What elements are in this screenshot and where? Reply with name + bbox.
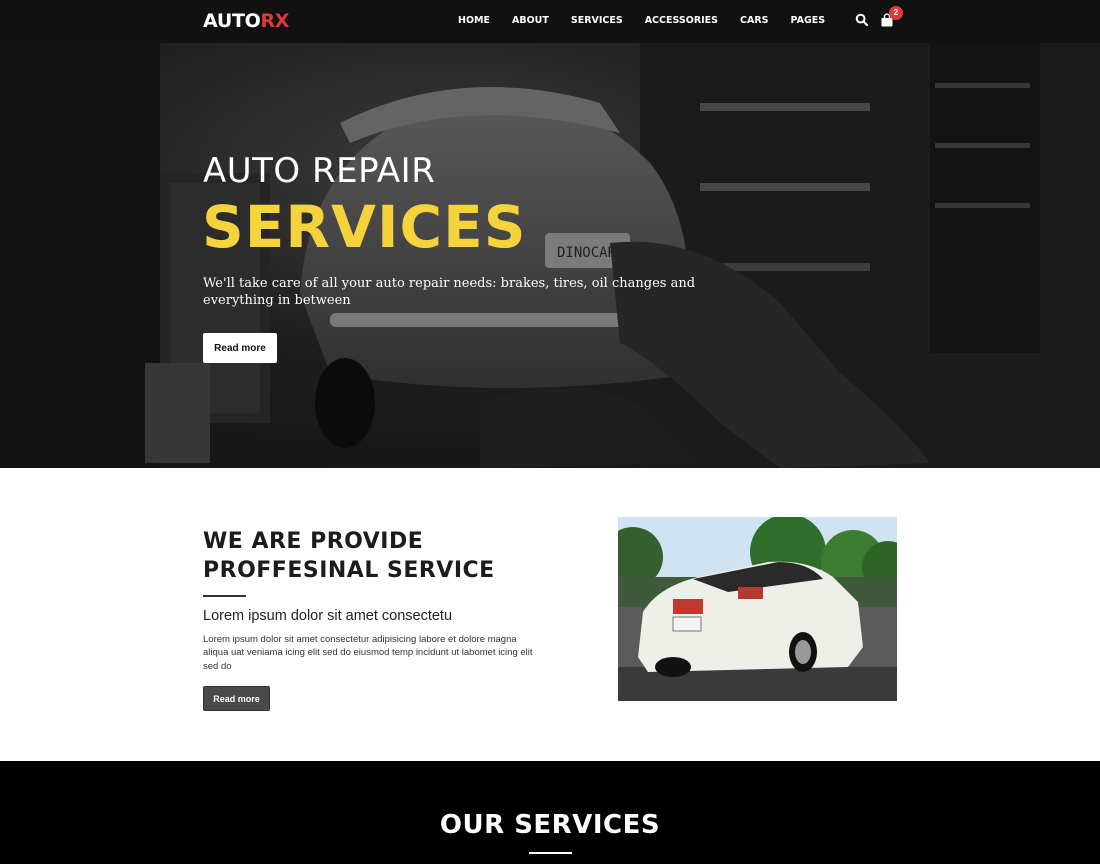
about-heading-line1: WE ARE PROVIDE	[203, 529, 424, 554]
about-body-text: Lorem ipsum dolor sit amet consectetur a…	[203, 634, 533, 672]
nav-item-accessories[interactable]: ACCESSORIES	[645, 15, 718, 26]
hero-dark-overlay	[0, 43, 1100, 468]
services-heading: OUR SERVICES	[439, 810, 661, 840]
hero-read-more-button[interactable]: Read more	[203, 333, 277, 363]
search-icon[interactable]	[855, 13, 869, 27]
nav-item-home[interactable]: HOME	[458, 15, 490, 26]
services-section: OUR SERVICES	[0, 761, 1100, 864]
nav-item-cars[interactable]: CARS	[740, 15, 768, 26]
main-menu: HOME ABOUT SERVICES ACCESSORIES CARS PAG…	[458, 15, 847, 26]
about-lead-text: Lorem ipsum dolor sit amet consectetu	[203, 608, 453, 624]
hero-section: DINOCAR AUTO REPAIR SERVICES We'll take …	[0, 43, 1100, 468]
about-divider	[203, 595, 246, 597]
logo-text-rx: RX	[260, 10, 290, 32]
nav-icons	[855, 13, 894, 27]
about-heading-line2: PROFFESINAL SERVICE	[203, 558, 495, 583]
logo-text-auto: AUTO	[203, 10, 261, 32]
cart-count-badge: 2	[889, 6, 903, 20]
hero-description: We'll take care of all your auto repair …	[203, 276, 696, 308]
hero-subtitle: AUTO REPAIR	[203, 151, 436, 191]
nav-item-about[interactable]: ABOUT	[512, 15, 549, 26]
services-divider	[529, 852, 572, 854]
nav-item-services[interactable]: SERVICES	[571, 15, 623, 26]
about-heading: WE ARE PROVIDE PROFFESINAL SERVICE	[203, 527, 563, 585]
hero-title: SERVICES	[202, 193, 527, 261]
site-logo[interactable]: AUTORX	[203, 10, 289, 32]
about-read-more-button[interactable]: Read more	[203, 686, 270, 711]
nav-item-pages[interactable]: PAGES	[791, 15, 826, 26]
white-sedan-photo	[618, 517, 897, 701]
top-navbar: AUTORX HOME ABOUT SERVICES ACCESSORIES C…	[0, 0, 1100, 43]
